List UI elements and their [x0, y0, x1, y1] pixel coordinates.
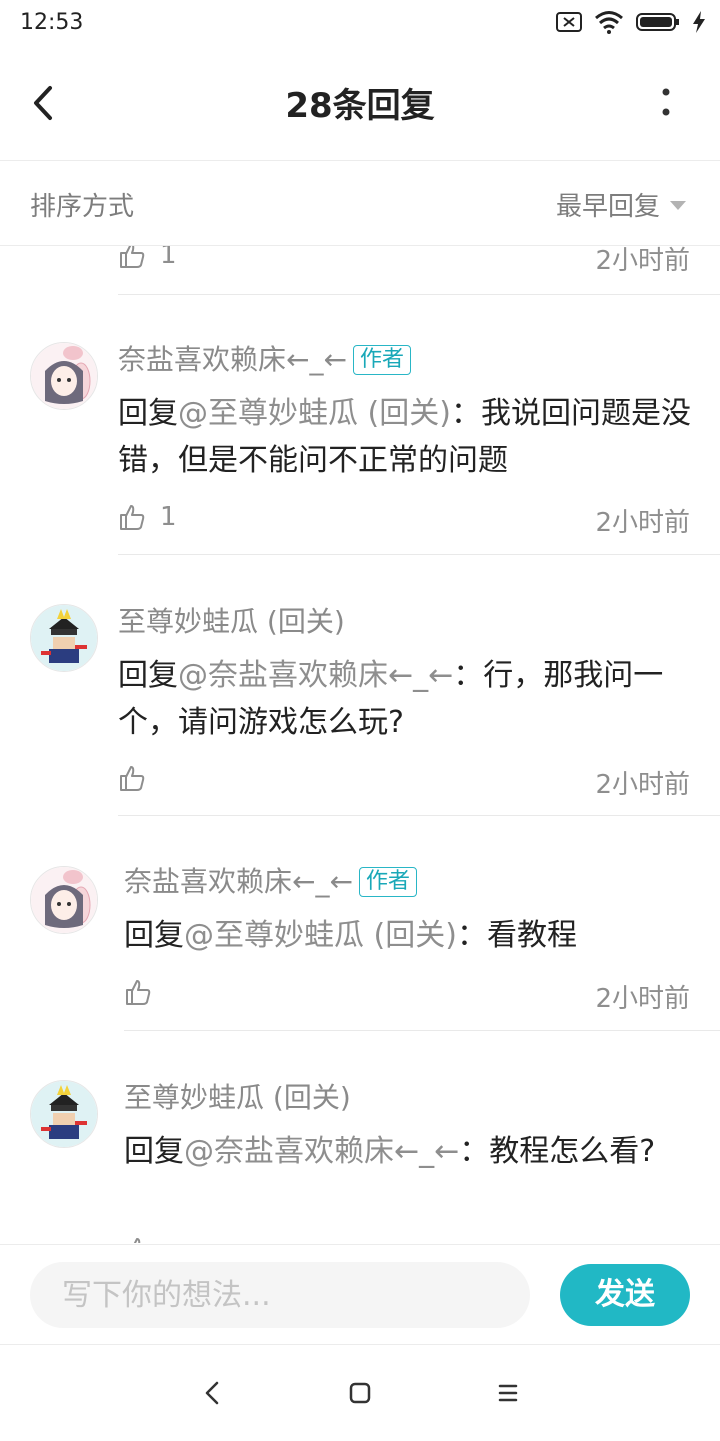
- avatar[interactable]: [30, 1080, 98, 1148]
- page-title: 28条回复: [285, 86, 435, 126]
- like-icon: [120, 766, 145, 791]
- like-icon: [133, 1238, 141, 1243]
- reply-prefix: 回复: [124, 918, 184, 953]
- more-icon: [662, 88, 670, 116]
- comment-author[interactable]: 奈盐喜欢赖床←_← 作者: [118, 338, 411, 378]
- anime-girl-avatar-icon: [31, 343, 97, 409]
- pixel-character-avatar-icon: [31, 1081, 97, 1147]
- sort-dropdown[interactable]: 最早回复: [556, 186, 660, 223]
- comment-text: 回复@奈盐喜欢赖床←_←：行，那我问一个，请问游戏怎么玩?: [118, 652, 698, 746]
- like-icon: [120, 246, 145, 268]
- like-icon: [120, 505, 145, 530]
- nav-back-button[interactable]: [198, 1377, 226, 1413]
- like-button[interactable]: 1: [118, 246, 177, 270]
- nav-menu-button[interactable]: [494, 1377, 522, 1413]
- reply-prefix: 回复: [124, 1134, 184, 1169]
- comment-item: [30, 342, 98, 410]
- mention-link[interactable]: @奈盐喜欢赖床←_←: [178, 658, 453, 693]
- author-badge: 作者: [352, 345, 411, 375]
- status-icons: [556, 10, 706, 34]
- comment-text: 回复@至尊妙蛙瓜 (回关)：看教程: [124, 912, 694, 959]
- like-button[interactable]: [124, 1236, 152, 1243]
- sort-label: 排序方式: [30, 192, 135, 222]
- comment-item: [30, 866, 98, 934]
- like-icon: [126, 980, 151, 1005]
- reply-prefix: 回复: [118, 658, 178, 693]
- reply-body: ：教程怎么看?: [459, 1134, 656, 1169]
- wifi-icon: [595, 11, 623, 34]
- divider: [118, 554, 720, 555]
- anime-girl-avatar-icon: [31, 867, 97, 933]
- reply-input[interactable]: [30, 1262, 530, 1328]
- mention-link[interactable]: @至尊妙蛙瓜 (回关): [178, 396, 451, 431]
- like-button[interactable]: [118, 764, 160, 792]
- comment-author[interactable]: 至尊妙蛙瓜 (回关): [124, 1076, 351, 1116]
- author-badge: 作者: [358, 867, 417, 897]
- comment-text: 回复@奈盐喜欢赖床←_←：教程怎么看?: [124, 1128, 664, 1175]
- mention-link[interactable]: @奈盐喜欢赖床←_←: [184, 1134, 459, 1169]
- header: 28条回复: [0, 50, 720, 161]
- reply-time: 2小时前: [595, 246, 690, 276]
- mention-link[interactable]: @至尊妙蛙瓜 (回关): [184, 918, 457, 953]
- comment-item: [30, 1080, 98, 1148]
- reply-prefix: 回复: [118, 396, 178, 431]
- nav-home-icon: [349, 1382, 371, 1404]
- reply-time: 2小时前: [595, 770, 690, 800]
- comment-text: 回复@至尊妙蛙瓜 (回关)：我说回问题是没错，但是不能问不正常的问题: [118, 390, 698, 484]
- send-button[interactable]: 发送: [560, 1264, 690, 1326]
- comment-author[interactable]: 至尊妙蛙瓜 (回关): [118, 600, 345, 640]
- pixel-character-avatar-icon: [31, 605, 97, 671]
- comment-author[interactable]: 奈盐喜欢赖床←_← 作者: [124, 860, 417, 900]
- author-name[interactable]: 奈盐喜欢赖床←_←: [118, 343, 347, 376]
- divider: [118, 815, 720, 816]
- divider: [124, 1030, 720, 1031]
- like-count: 1: [160, 246, 177, 270]
- reply-body: ：看教程: [456, 918, 577, 953]
- charging-icon: [693, 11, 705, 33]
- divider: [118, 294, 720, 295]
- battery-icon: [636, 13, 679, 31]
- like-count: 1: [160, 502, 177, 532]
- chevron-down-icon[interactable]: [670, 201, 686, 210]
- reply-list[interactable]: 1 2小时前 奈盐喜欢赖床←_← 作者 回复@至尊妙蛙瓜 (回关)：我说回问题是没…: [0, 246, 720, 1243]
- status-time: 12:53: [20, 10, 84, 35]
- like-button[interactable]: [124, 978, 166, 1006]
- author-name[interactable]: 奈盐喜欢赖床←_←: [124, 865, 353, 898]
- reply-time: 2小时前: [595, 984, 690, 1014]
- sim-icon: [556, 12, 582, 32]
- reply-composer: 发送: [0, 1244, 720, 1345]
- comment-item: [30, 604, 98, 672]
- nav-home-button[interactable]: [346, 1377, 374, 1413]
- like-button[interactable]: 1: [118, 502, 177, 532]
- avatar[interactable]: [30, 866, 98, 934]
- reply-time: 2小时前: [595, 508, 690, 538]
- more-button[interactable]: [648, 80, 684, 124]
- nav-back-icon: [205, 1381, 219, 1405]
- avatar[interactable]: [30, 342, 98, 410]
- avatar[interactable]: [30, 604, 98, 672]
- partial-reply-actions: 1 2小时前: [118, 246, 690, 276]
- sort-bar: 排序方式 最早回复: [0, 161, 720, 246]
- nav-menu-icon: [498, 1384, 518, 1402]
- system-nav-bar: [0, 1344, 720, 1441]
